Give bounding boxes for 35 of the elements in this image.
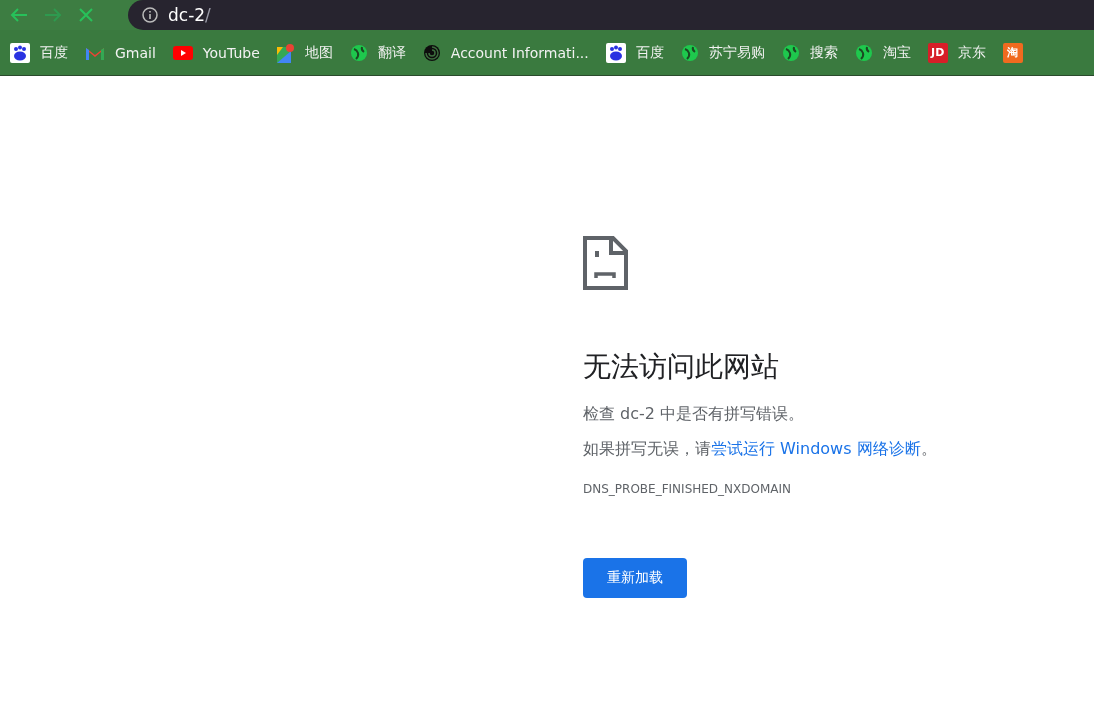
bookmark-link[interactable]: 苏宁易购 (680, 43, 765, 62)
error-code: DNS_PROBE_FINISHED_NXDOMAIN (583, 482, 792, 496)
map-pin-icon (276, 42, 295, 63)
bookmark-link[interactable]: 地图 (276, 42, 333, 63)
bookmark-link[interactable]: 百度 (605, 42, 664, 63)
bookmark-link[interactable]: 百度 (10, 42, 68, 63)
bookmark-link[interactable]: YouTube (172, 44, 260, 61)
sad-page-icon (583, 236, 628, 290)
globe-icon (680, 43, 699, 62)
address-bar[interactable]: dc-2/ (128, 0, 1094, 30)
url-text: dc-2/ (168, 5, 211, 25)
back-arrow-icon[interactable] (10, 7, 28, 23)
paw-icon (10, 42, 30, 63)
bookmark-link[interactable]: 搜索 (781, 43, 838, 62)
bookmark-link[interactable]: 翻译 (349, 43, 406, 62)
logo-icon: JD (927, 42, 948, 63)
paw-icon (605, 42, 626, 63)
forward-arrow-icon[interactable] (44, 7, 62, 23)
diagnostics-link[interactable]: 尝试运行 Windows 网络诊断 (711, 439, 921, 458)
reload-button[interactable]: 重新加载 (583, 558, 687, 598)
bookmark-link[interactable]: Account Informati... (422, 43, 589, 62)
close-icon[interactable] (78, 7, 94, 23)
error-heading: 无法访问此网站 (583, 349, 779, 385)
globe-icon (854, 43, 873, 62)
bookmark-link[interactable]: 淘 (1002, 42, 1023, 63)
error-message: 检查 dc-2 中是否有拼写错误。 (583, 404, 805, 425)
suggestion-text: 如果拼写无误，请尝试运行 Windows 网络诊断。 (583, 439, 937, 460)
globe-icon (349, 43, 368, 62)
info-icon[interactable] (142, 7, 158, 23)
globe-icon (781, 43, 800, 62)
swirl-icon (422, 43, 441, 62)
play-icon (172, 45, 193, 60)
bookmark-link[interactable]: JD 京东 (927, 42, 986, 63)
bookmark-link[interactable]: 淘宝 (854, 43, 911, 62)
bookmark-link[interactable]: Gmail (85, 44, 156, 61)
